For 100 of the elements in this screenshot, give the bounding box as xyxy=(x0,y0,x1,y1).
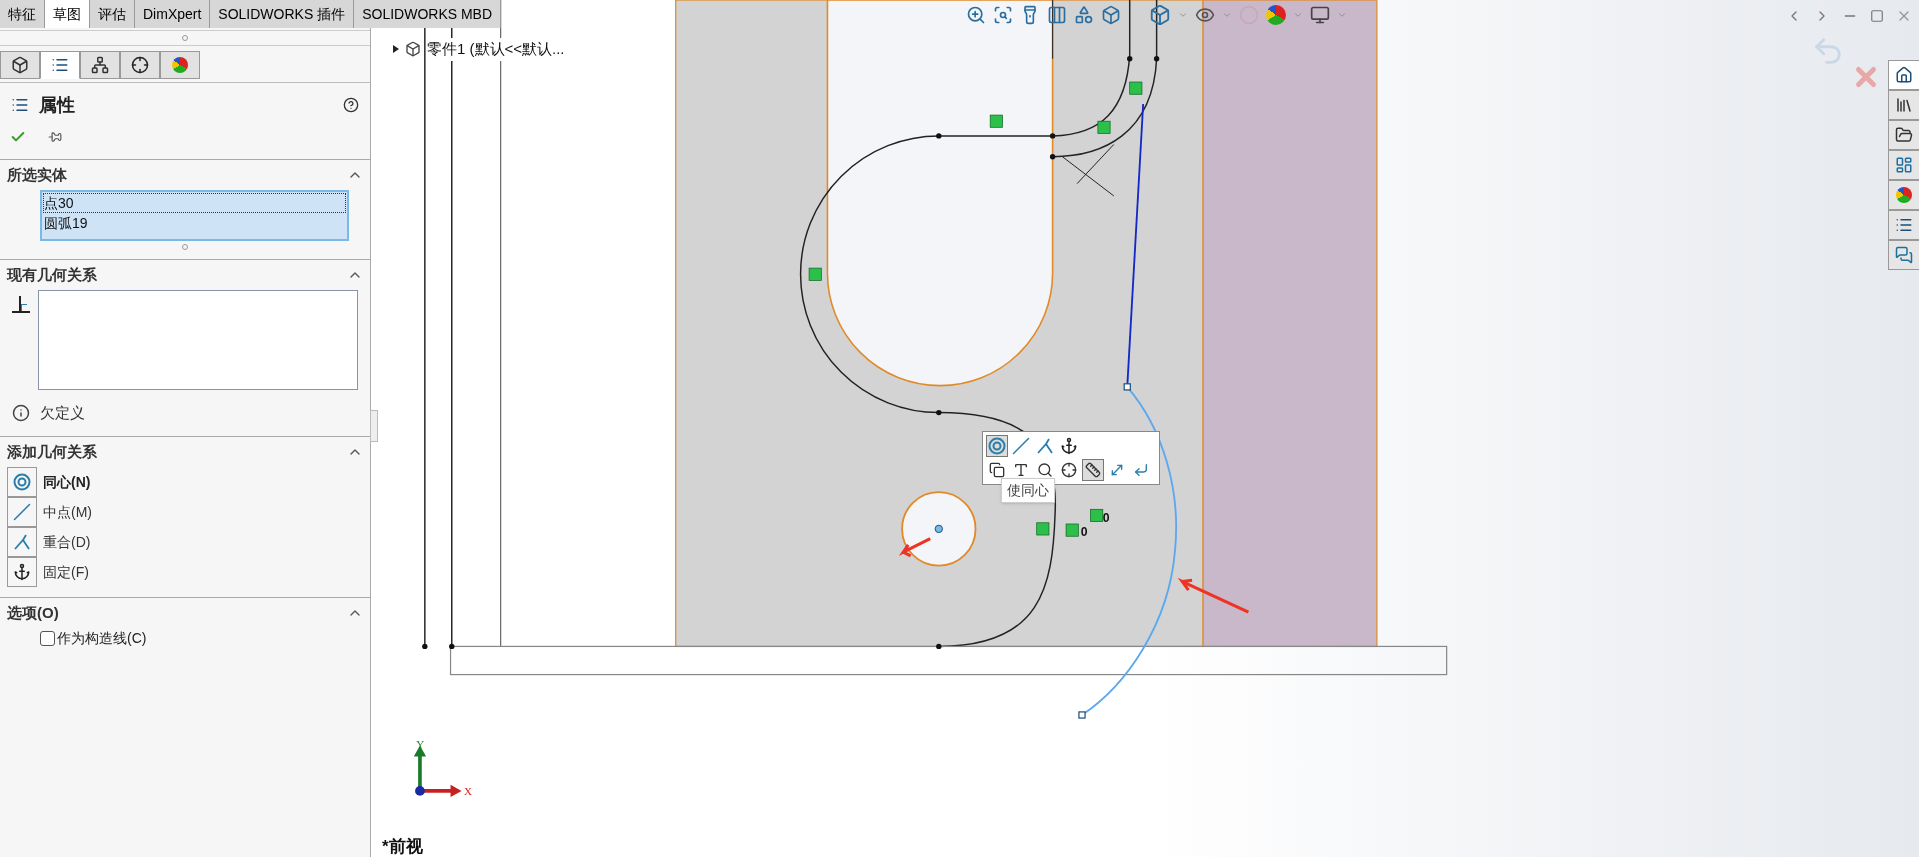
zoom-icon xyxy=(1037,462,1053,478)
selection-item[interactable]: 点30 xyxy=(43,193,346,213)
list-icon xyxy=(51,56,69,74)
relation-marker-icon xyxy=(1129,81,1143,95)
tree-icon xyxy=(91,56,109,74)
ribbon-tab[interactable]: 评估 xyxy=(90,0,135,28)
sketch-point xyxy=(1153,56,1160,62)
return-arrow-icon xyxy=(1133,462,1149,478)
center-point xyxy=(934,524,943,534)
coincident-icon xyxy=(13,533,31,551)
section-title: 所选实体 xyxy=(7,164,67,185)
panel-tab[interactable] xyxy=(160,51,200,79)
monitor-icon[interactable] xyxy=(1310,5,1330,25)
anchor-icon xyxy=(1060,437,1078,455)
sketch-point xyxy=(936,643,942,650)
task-pane-tab[interactable] xyxy=(1888,90,1919,120)
folder-icon xyxy=(1895,126,1913,144)
sketch-point xyxy=(936,133,942,139)
concentric-icon xyxy=(13,473,31,491)
layout-icon xyxy=(1895,156,1913,174)
task-pane-tab[interactable] xyxy=(1888,150,1919,180)
ribbon-tab[interactable]: SOLIDWORKS 插件 xyxy=(210,0,355,28)
crosshair-icon xyxy=(1061,462,1077,478)
sketch-point xyxy=(422,643,428,650)
cube-icon xyxy=(11,56,29,74)
shapes-icon[interactable] xyxy=(1074,5,1094,25)
text-icon xyxy=(1013,462,1029,478)
relation-label: 0 xyxy=(1080,525,1088,540)
relation-button[interactable] xyxy=(7,557,37,587)
panel-tab[interactable] xyxy=(120,51,160,79)
relation-label[interactable]: 固定(F) xyxy=(43,561,89,583)
relation-marker-icon xyxy=(1036,522,1050,536)
midpoint-icon xyxy=(1012,437,1030,455)
pointer-arrow xyxy=(898,537,932,558)
coincident-icon xyxy=(1036,437,1054,455)
ribbon-tab[interactable]: 草图 xyxy=(45,0,90,28)
panel-collapse-handle[interactable] xyxy=(370,410,378,442)
status-text: 欠定义 xyxy=(40,402,85,423)
task-pane-tab[interactable] xyxy=(1888,210,1919,240)
zoom-area-icon[interactable] xyxy=(993,5,1013,25)
pin-icon[interactable] xyxy=(48,130,62,144)
perpendicular-icon xyxy=(12,295,30,313)
sketch-point xyxy=(936,409,942,416)
cube-icon[interactable] xyxy=(1149,4,1171,26)
copy-icon xyxy=(989,462,1005,478)
ribbon-tab[interactable]: SOLIDWORKS MBD xyxy=(354,0,502,28)
sketch-point xyxy=(449,643,455,650)
list-icon xyxy=(1895,216,1913,234)
section-title: 添加几何关系 xyxy=(7,441,97,462)
panel-tab[interactable] xyxy=(0,51,40,79)
sketch-point xyxy=(1049,133,1056,139)
ribbon-tab[interactable]: DimXpert xyxy=(135,0,211,28)
relation-marker-icon xyxy=(808,267,822,281)
selection-list[interactable]: 点30 圆弧19 xyxy=(40,190,349,241)
relation-label[interactable]: 同心(N) xyxy=(43,471,91,493)
sketch-point xyxy=(1049,154,1056,160)
concentric-icon xyxy=(988,437,1006,455)
endpoint-marker xyxy=(1078,711,1086,719)
selection-item[interactable]: 圆弧19 xyxy=(43,213,346,233)
info-icon xyxy=(12,404,30,422)
restore-icon[interactable] xyxy=(1870,9,1884,23)
task-pane-tab[interactable] xyxy=(1888,240,1919,270)
chat-icon xyxy=(1895,246,1913,264)
relation-label[interactable]: 重合(D) xyxy=(43,531,91,553)
crosshair-icon xyxy=(131,56,149,74)
checkbox[interactable] xyxy=(40,630,55,646)
section-view-icon[interactable] xyxy=(1047,5,1067,25)
task-pane-tab[interactable] xyxy=(1888,180,1919,210)
relation-marker-icon xyxy=(1090,508,1104,522)
ruler-icon xyxy=(1085,462,1101,478)
relation-marker-icon xyxy=(1065,523,1079,537)
diagonal-arrow-icon xyxy=(1109,462,1125,478)
home-icon xyxy=(1895,66,1913,84)
feature-tree-item[interactable]: 零件1 (默认<<默认... xyxy=(427,38,565,61)
toolbar-button[interactable] xyxy=(1082,459,1104,481)
task-pane-tab[interactable] xyxy=(1888,60,1919,90)
task-pane-tab[interactable] xyxy=(1888,120,1919,150)
panel-tab[interactable] xyxy=(80,51,120,79)
checkbox-label[interactable]: 作为构造线(C) xyxy=(57,627,147,649)
part-icon xyxy=(405,41,421,58)
endpoint-marker xyxy=(1123,383,1131,391)
sketch-point xyxy=(1127,56,1133,62)
tooltip: 使同心 xyxy=(1001,478,1055,503)
section-title: 选项(O) xyxy=(7,602,59,623)
relations-list[interactable] xyxy=(37,290,358,390)
ribbon-tab[interactable]: 特征 xyxy=(0,0,45,28)
relation-marker-icon xyxy=(1097,120,1111,134)
help-icon[interactable] xyxy=(343,97,359,113)
expand-caret-icon[interactable] xyxy=(393,45,399,54)
eye-icon[interactable] xyxy=(1195,5,1215,25)
relation-marker-icon xyxy=(989,114,1003,128)
zoom-icon[interactable] xyxy=(966,5,986,25)
view-name: *前视 xyxy=(382,836,423,857)
section-title: 现有几何关系 xyxy=(7,264,97,285)
anchor-icon xyxy=(13,563,31,581)
panel-title: 属性 xyxy=(39,93,75,117)
books-icon xyxy=(1895,96,1913,114)
relation-label: 0 xyxy=(1102,510,1110,525)
relation-label[interactable]: 中点(M) xyxy=(43,501,92,523)
axis-label: X xyxy=(464,784,472,797)
